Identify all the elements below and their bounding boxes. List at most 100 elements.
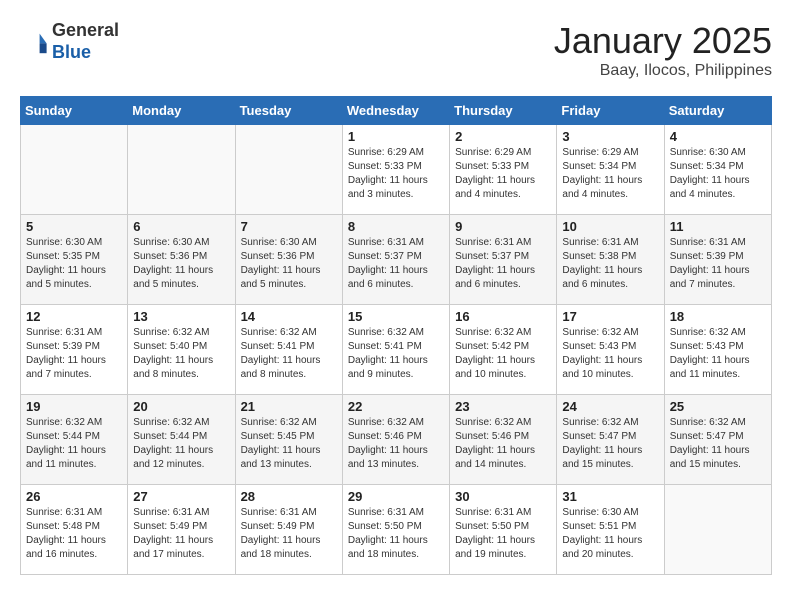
day-number: 10 [562,219,658,234]
day-number: 1 [348,129,444,144]
day-number: 5 [26,219,122,234]
day-number: 20 [133,399,229,414]
day-info: Sunrise: 6:30 AM Sunset: 5:36 PM Dayligh… [241,236,337,292]
day-info: Sunrise: 6:31 AM Sunset: 5:49 PM Dayligh… [241,506,337,562]
calendar-week-row: 12 Sunrise: 6:31 AM Sunset: 5:39 PM Dayli… [21,305,772,395]
day-info: Sunrise: 6:31 AM Sunset: 5:37 PM Dayligh… [348,236,444,292]
calendar-cell: 7 Sunrise: 6:30 AM Sunset: 5:36 PM Daylig… [235,215,342,305]
day-number: 13 [133,309,229,324]
day-number: 28 [241,489,337,504]
calendar-cell: 19 Sunrise: 6:32 AM Sunset: 5:44 PM Dayli… [21,395,128,485]
day-info: Sunrise: 6:31 AM Sunset: 5:38 PM Dayligh… [562,236,658,292]
calendar-cell: 2 Sunrise: 6:29 AM Sunset: 5:33 PM Daylig… [450,125,557,215]
day-number: 25 [670,399,766,414]
calendar-cell: 16 Sunrise: 6:32 AM Sunset: 5:42 PM Dayli… [450,305,557,395]
day-info: Sunrise: 6:32 AM Sunset: 5:43 PM Dayligh… [670,326,766,382]
day-info: Sunrise: 6:32 AM Sunset: 5:40 PM Dayligh… [133,326,229,382]
day-info: Sunrise: 6:32 AM Sunset: 5:46 PM Dayligh… [455,416,551,472]
weekday-header-wednesday: Wednesday [342,97,449,125]
page-header: General Blue January 2025 Baay, Ilocos, … [20,20,772,80]
calendar-cell: 17Sunrise: 6:32 AM Sunset: 5:43 PM Dayli… [557,305,664,395]
day-number: 8 [348,219,444,234]
calendar-cell: 12 Sunrise: 6:31 AM Sunset: 5:39 PM Dayli… [21,305,128,395]
day-info: Sunrise: 6:32 AM Sunset: 5:42 PM Dayligh… [455,326,551,382]
calendar-week-row: 19 Sunrise: 6:32 AM Sunset: 5:44 PM Dayli… [21,395,772,485]
calendar-cell: 23 Sunrise: 6:32 AM Sunset: 5:46 PM Dayli… [450,395,557,485]
day-info: Sunrise: 6:30 AM Sunset: 5:34 PM Dayligh… [670,146,766,202]
day-info: Sunrise: 6:31 AM Sunset: 5:39 PM Dayligh… [670,236,766,292]
day-number: 6 [133,219,229,234]
calendar-week-row: 1 Sunrise: 6:29 AM Sunset: 5:33 PM Daylig… [21,125,772,215]
day-number: 14 [241,309,337,324]
day-info: Sunrise: 6:30 AM Sunset: 5:51 PM Dayligh… [562,506,658,562]
day-number: 29 [348,489,444,504]
weekday-header-tuesday: Tuesday [235,97,342,125]
calendar-cell: 5 Sunrise: 6:30 AM Sunset: 5:35 PM Daylig… [21,215,128,305]
calendar-cell: 11 Sunrise: 6:31 AM Sunset: 5:39 PM Dayli… [664,215,771,305]
day-info: Sunrise: 6:29 AM Sunset: 5:34 PM Dayligh… [562,146,658,202]
weekday-header-friday: Friday [557,97,664,125]
weekday-header-saturday: Saturday [664,97,771,125]
day-number: 17 [562,309,658,324]
logo-icon [20,28,48,56]
weekday-header-row: SundayMondayTuesdayWednesdayThursdayFrid… [21,97,772,125]
day-number: 12 [26,309,122,324]
day-info: Sunrise: 6:31 AM Sunset: 5:39 PM Dayligh… [26,326,122,382]
day-info: Sunrise: 6:32 AM Sunset: 5:41 PM Dayligh… [241,326,337,382]
calendar-week-row: 26Sunrise: 6:31 AM Sunset: 5:48 PM Dayli… [21,485,772,575]
day-number: 11 [670,219,766,234]
logo: General Blue [20,20,119,63]
calendar-cell: 9 Sunrise: 6:31 AM Sunset: 5:37 PM Daylig… [450,215,557,305]
calendar-cell: 24Sunrise: 6:32 AM Sunset: 5:47 PM Dayli… [557,395,664,485]
calendar-week-row: 5 Sunrise: 6:30 AM Sunset: 5:35 PM Daylig… [21,215,772,305]
calendar-cell: 6 Sunrise: 6:30 AM Sunset: 5:36 PM Daylig… [128,215,235,305]
day-info: Sunrise: 6:32 AM Sunset: 5:44 PM Dayligh… [26,416,122,472]
calendar-cell: 29Sunrise: 6:31 AM Sunset: 5:50 PM Dayli… [342,485,449,575]
day-number: 19 [26,399,122,414]
calendar-cell: 22 Sunrise: 6:32 AM Sunset: 5:46 PM Dayli… [342,395,449,485]
day-number: 4 [670,129,766,144]
day-info: Sunrise: 6:30 AM Sunset: 5:36 PM Dayligh… [133,236,229,292]
day-number: 22 [348,399,444,414]
weekday-header-thursday: Thursday [450,97,557,125]
day-info: Sunrise: 6:30 AM Sunset: 5:35 PM Dayligh… [26,236,122,292]
day-number: 9 [455,219,551,234]
day-number: 16 [455,309,551,324]
day-number: 18 [670,309,766,324]
calendar-cell: 15Sunrise: 6:32 AM Sunset: 5:41 PM Dayli… [342,305,449,395]
day-number: 30 [455,489,551,504]
calendar-cell: 30 Sunrise: 6:31 AM Sunset: 5:50 PM Dayli… [450,485,557,575]
day-number: 2 [455,129,551,144]
day-info: Sunrise: 6:29 AM Sunset: 5:33 PM Dayligh… [455,146,551,202]
day-info: Sunrise: 6:32 AM Sunset: 5:41 PM Dayligh… [348,326,444,382]
calendar-cell [664,485,771,575]
day-info: Sunrise: 6:31 AM Sunset: 5:37 PM Dayligh… [455,236,551,292]
calendar-cell: 21 Sunrise: 6:32 AM Sunset: 5:45 PM Dayli… [235,395,342,485]
day-info: Sunrise: 6:31 AM Sunset: 5:49 PM Dayligh… [133,506,229,562]
weekday-header-sunday: Sunday [21,97,128,125]
calendar-cell: 25 Sunrise: 6:32 AM Sunset: 5:47 PM Dayli… [664,395,771,485]
day-info: Sunrise: 6:32 AM Sunset: 5:47 PM Dayligh… [670,416,766,472]
day-number: 27 [133,489,229,504]
calendar-cell: 8 Sunrise: 6:31 AM Sunset: 5:37 PM Daylig… [342,215,449,305]
day-info: Sunrise: 6:32 AM Sunset: 5:47 PM Dayligh… [562,416,658,472]
calendar-cell: 14 Sunrise: 6:32 AM Sunset: 5:41 PM Dayli… [235,305,342,395]
calendar-cell: 26Sunrise: 6:31 AM Sunset: 5:48 PM Dayli… [21,485,128,575]
day-info: Sunrise: 6:32 AM Sunset: 5:46 PM Dayligh… [348,416,444,472]
day-number: 31 [562,489,658,504]
day-number: 7 [241,219,337,234]
calendar-cell: 3Sunrise: 6:29 AM Sunset: 5:34 PM Daylig… [557,125,664,215]
calendar-cell: 31 Sunrise: 6:30 AM Sunset: 5:51 PM Dayli… [557,485,664,575]
day-number: 21 [241,399,337,414]
logo-general-text: General [52,20,119,42]
day-number: 23 [455,399,551,414]
calendar-cell [128,125,235,215]
calendar-cell [21,125,128,215]
weekday-header-monday: Monday [128,97,235,125]
day-info: Sunrise: 6:31 AM Sunset: 5:48 PM Dayligh… [26,506,122,562]
calendar-cell: 13 Sunrise: 6:32 AM Sunset: 5:40 PM Dayli… [128,305,235,395]
day-info: Sunrise: 6:31 AM Sunset: 5:50 PM Dayligh… [455,506,551,562]
day-info: Sunrise: 6:32 AM Sunset: 5:45 PM Dayligh… [241,416,337,472]
calendar-cell: 4 Sunrise: 6:30 AM Sunset: 5:34 PM Daylig… [664,125,771,215]
day-info: Sunrise: 6:32 AM Sunset: 5:44 PM Dayligh… [133,416,229,472]
